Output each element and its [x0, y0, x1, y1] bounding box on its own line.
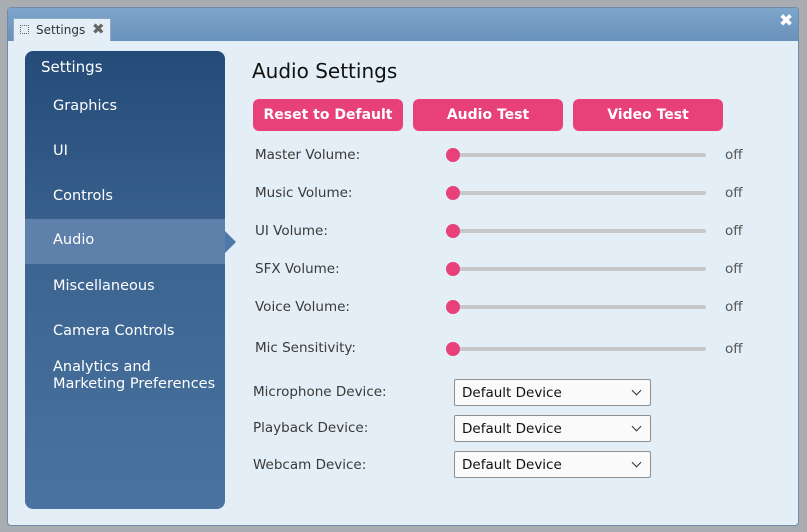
reset-to-default-button[interactable]: Reset to Default [253, 99, 403, 131]
sidebar-item-audio[interactable]: Audio [25, 219, 236, 264]
webcam-device-label: Webcam Device: [253, 457, 367, 473]
select-value: Default Device [462, 385, 562, 401]
sidebar-item-label: UI [53, 143, 68, 159]
ui-volume-value: off [725, 223, 743, 239]
sfx-volume-slider[interactable] [446, 262, 706, 276]
sidebar-item-analytics-marketing[interactable]: Analytics and Marketing Preferences [25, 359, 225, 399]
active-indicator-arrow [225, 231, 236, 253]
music-volume-slider[interactable] [446, 186, 706, 200]
sidebar-item-label: Controls [53, 188, 113, 204]
sfx-volume-label: SFX Volume: [255, 261, 340, 277]
video-test-button[interactable]: Video Test [573, 99, 723, 131]
sidebar-item-ui[interactable]: UI [25, 130, 225, 175]
settings-tab-icon [20, 25, 29, 34]
slider-thumb[interactable] [446, 300, 460, 314]
ui-volume-slider[interactable] [446, 224, 706, 238]
audio-test-button[interactable]: Audio Test [413, 99, 563, 131]
sidebar-item-camera-controls[interactable]: Camera Controls [25, 310, 225, 355]
page-title: Audio Settings [252, 59, 398, 83]
sidebar-item-label-line1: Analytics and [53, 359, 151, 375]
music-volume-value: off [725, 185, 743, 201]
ui-volume-label: UI Volume: [255, 223, 328, 239]
slider-thumb[interactable] [446, 224, 460, 238]
chevron-down-icon [631, 385, 642, 396]
voice-volume-slider[interactable] [446, 300, 706, 314]
slider-thumb[interactable] [446, 342, 460, 356]
title-bar: Settings ✖ ✖ [8, 8, 798, 41]
webcam-device-select[interactable]: Default Device [454, 451, 651, 478]
chevron-down-icon [631, 421, 642, 432]
master-volume-slider[interactable] [446, 148, 706, 162]
tab-close-icon[interactable]: ✖ [92, 20, 105, 38]
sidebar-item-label: Graphics [53, 98, 118, 114]
select-value: Default Device [462, 457, 562, 473]
master-volume-label: Master Volume: [255, 147, 361, 163]
music-volume-label: Music Volume: [255, 185, 353, 201]
slider-thumb[interactable] [446, 148, 460, 162]
window-close-icon[interactable]: ✖ [779, 11, 793, 31]
voice-volume-label: Voice Volume: [255, 299, 350, 315]
settings-sidebar: Settings Graphics UI Controls Audio Misc… [25, 51, 236, 509]
tab-label: Settings [36, 23, 86, 37]
select-value: Default Device [462, 421, 562, 437]
voice-volume-value: off [725, 299, 743, 315]
sidebar-item-controls[interactable]: Controls [25, 175, 225, 220]
playback-device-select[interactable]: Default Device [454, 415, 651, 442]
mic-sensitivity-label: Mic Sensitivity: [255, 340, 356, 356]
slider-thumb[interactable] [446, 186, 460, 200]
playback-device-label: Playback Device: [253, 420, 369, 436]
sidebar-title: Settings [41, 58, 103, 76]
sidebar-item-graphics[interactable]: Graphics [25, 85, 225, 130]
mic-sensitivity-value: off [725, 341, 743, 357]
sidebar-item-label: Camera Controls [53, 323, 175, 339]
microphone-device-label: Microphone Device: [253, 384, 387, 400]
sfx-volume-value: off [725, 261, 743, 277]
master-volume-value: off [725, 147, 743, 163]
slider-thumb[interactable] [446, 262, 460, 276]
sidebar-item-label: Audio [53, 232, 95, 248]
settings-window: Settings ✖ ✖ Settings Graphics UI Contro… [7, 7, 799, 526]
sidebar-item-miscellaneous[interactable]: Miscellaneous [25, 265, 225, 310]
chevron-down-icon [631, 457, 642, 468]
sidebar-item-label: Miscellaneous [53, 278, 155, 294]
microphone-device-select[interactable]: Default Device [454, 379, 651, 406]
mic-sensitivity-slider[interactable] [446, 342, 706, 356]
tab-settings[interactable]: Settings ✖ [13, 18, 111, 41]
sidebar-item-label-line2: Marketing Preferences [53, 376, 216, 392]
